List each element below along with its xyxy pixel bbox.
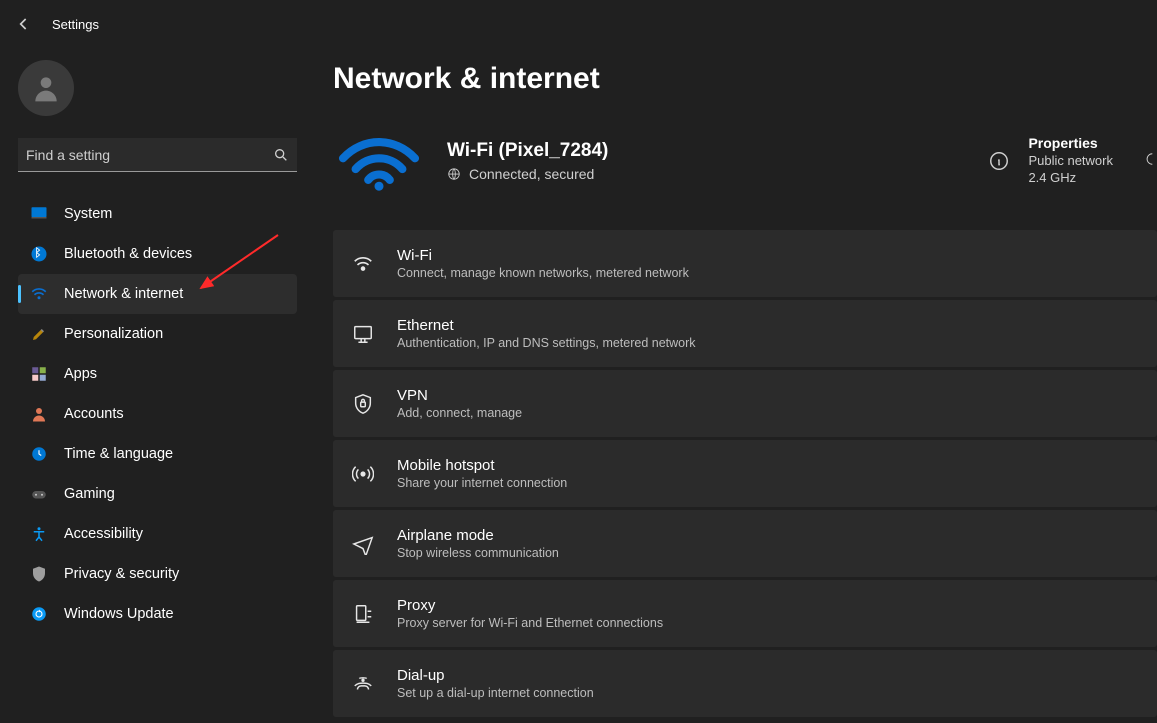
sidebar-item-network[interactable]: Network & internet bbox=[18, 274, 297, 314]
titlebar: Settings bbox=[0, 0, 1157, 48]
sidebar-item-system[interactable]: System bbox=[18, 194, 297, 234]
properties-block[interactable]: Properties Public network 2.4 GHz bbox=[988, 135, 1121, 187]
sidebar-item-personalization[interactable]: Personalization bbox=[18, 314, 297, 354]
card-proxy[interactable]: Proxy Proxy server for Wi-Fi and Etherne… bbox=[333, 580, 1157, 647]
card-desc: Stop wireless communication bbox=[397, 546, 559, 560]
card-title: Proxy bbox=[397, 597, 663, 614]
paintbrush-icon bbox=[28, 323, 50, 345]
apps-icon bbox=[28, 363, 50, 385]
connection-title: Wi-Fi (Pixel_7284) bbox=[447, 140, 966, 162]
sidebar: System Bluetooth & devices Network & int… bbox=[0, 48, 315, 723]
card-desc: Proxy server for Wi-Fi and Ethernet conn… bbox=[397, 616, 663, 630]
shield-lock-icon bbox=[351, 392, 375, 416]
connection-block: Wi-Fi (Pixel_7284) Connected, secured bbox=[447, 140, 966, 182]
sidebar-item-label: Accounts bbox=[64, 406, 124, 422]
card-title: Wi-Fi bbox=[397, 247, 689, 264]
sidebar-nav: System Bluetooth & devices Network & int… bbox=[18, 194, 297, 634]
info-icon-edge bbox=[1143, 148, 1157, 175]
properties-line2: 2.4 GHz bbox=[1028, 170, 1113, 187]
globe-icon bbox=[447, 167, 461, 181]
properties-title: Properties bbox=[1028, 135, 1113, 151]
card-title: VPN bbox=[397, 387, 522, 404]
person-icon bbox=[28, 403, 50, 425]
main-content: Network & internet Wi-Fi (Pixel_7284) Co… bbox=[315, 48, 1157, 723]
sidebar-item-label: Personalization bbox=[64, 326, 163, 342]
card-airplane-mode[interactable]: Airplane mode Stop wireless communicatio… bbox=[333, 510, 1157, 577]
sidebar-item-accounts[interactable]: Accounts bbox=[18, 394, 297, 434]
card-title: Mobile hotspot bbox=[397, 457, 567, 474]
sidebar-item-label: Network & internet bbox=[64, 286, 183, 302]
search-input[interactable] bbox=[18, 141, 265, 169]
sidebar-item-accessibility[interactable]: Accessibility bbox=[18, 514, 297, 554]
sidebar-item-label: Windows Update bbox=[64, 606, 174, 622]
bluetooth-icon bbox=[28, 243, 50, 265]
clock-icon bbox=[28, 443, 50, 465]
airplane-icon bbox=[351, 532, 375, 556]
connection-status-row: Wi-Fi (Pixel_7284) Connected, secured Pr… bbox=[333, 126, 1157, 196]
wifi-large-icon bbox=[333, 126, 425, 196]
hotspot-icon bbox=[351, 462, 375, 486]
sidebar-item-apps[interactable]: Apps bbox=[18, 354, 297, 394]
proxy-icon bbox=[351, 602, 375, 626]
monitor-icon bbox=[28, 203, 50, 225]
search-box[interactable] bbox=[18, 138, 297, 172]
sidebar-item-gaming[interactable]: Gaming bbox=[18, 474, 297, 514]
accessibility-icon bbox=[28, 523, 50, 545]
card-desc: Connect, manage known networks, metered … bbox=[397, 266, 689, 280]
shield-icon bbox=[28, 563, 50, 585]
card-ethernet[interactable]: Ethernet Authentication, IP and DNS sett… bbox=[333, 300, 1157, 367]
wifi-icon bbox=[351, 252, 375, 276]
card-title: Ethernet bbox=[397, 317, 696, 334]
sidebar-item-bluetooth[interactable]: Bluetooth & devices bbox=[18, 234, 297, 274]
card-desc: Authentication, IP and DNS settings, met… bbox=[397, 336, 696, 350]
card-vpn[interactable]: VPN Add, connect, manage bbox=[333, 370, 1157, 437]
card-desc: Add, connect, manage bbox=[397, 406, 522, 420]
card-title: Airplane mode bbox=[397, 527, 559, 544]
sidebar-item-label: Privacy & security bbox=[64, 566, 179, 582]
sidebar-item-label: Apps bbox=[64, 366, 97, 382]
info-icon bbox=[988, 150, 1010, 172]
gamepad-icon bbox=[28, 483, 50, 505]
wifi-icon bbox=[28, 283, 50, 305]
properties-line1: Public network bbox=[1028, 153, 1113, 170]
search-icon[interactable] bbox=[265, 147, 297, 163]
sidebar-item-time-language[interactable]: Time & language bbox=[18, 434, 297, 474]
card-dialup[interactable]: Dial-up Set up a dial-up internet connec… bbox=[333, 650, 1157, 717]
sidebar-item-privacy[interactable]: Privacy & security bbox=[18, 554, 297, 594]
window-title: Settings bbox=[52, 17, 99, 32]
sidebar-item-label: Accessibility bbox=[64, 526, 143, 542]
connection-status: Connected, secured bbox=[469, 166, 594, 182]
card-wifi[interactable]: Wi-Fi Connect, manage known networks, me… bbox=[333, 230, 1157, 297]
sidebar-item-label: Gaming bbox=[64, 486, 115, 502]
sidebar-item-label: System bbox=[64, 206, 112, 222]
card-mobile-hotspot[interactable]: Mobile hotspot Share your internet conne… bbox=[333, 440, 1157, 507]
update-icon bbox=[28, 603, 50, 625]
sidebar-item-windows-update[interactable]: Windows Update bbox=[18, 594, 297, 634]
back-button[interactable] bbox=[14, 14, 34, 34]
page-title: Network & internet bbox=[333, 62, 1157, 96]
sidebar-item-label: Bluetooth & devices bbox=[64, 246, 192, 262]
dialup-icon bbox=[351, 672, 375, 696]
sidebar-item-label: Time & language bbox=[64, 446, 173, 462]
ethernet-icon bbox=[351, 322, 375, 346]
card-desc: Set up a dial-up internet connection bbox=[397, 686, 594, 700]
settings-cards: Wi-Fi Connect, manage known networks, me… bbox=[333, 230, 1157, 717]
card-desc: Share your internet connection bbox=[397, 476, 567, 490]
avatar[interactable] bbox=[18, 60, 74, 116]
card-title: Dial-up bbox=[397, 667, 594, 684]
